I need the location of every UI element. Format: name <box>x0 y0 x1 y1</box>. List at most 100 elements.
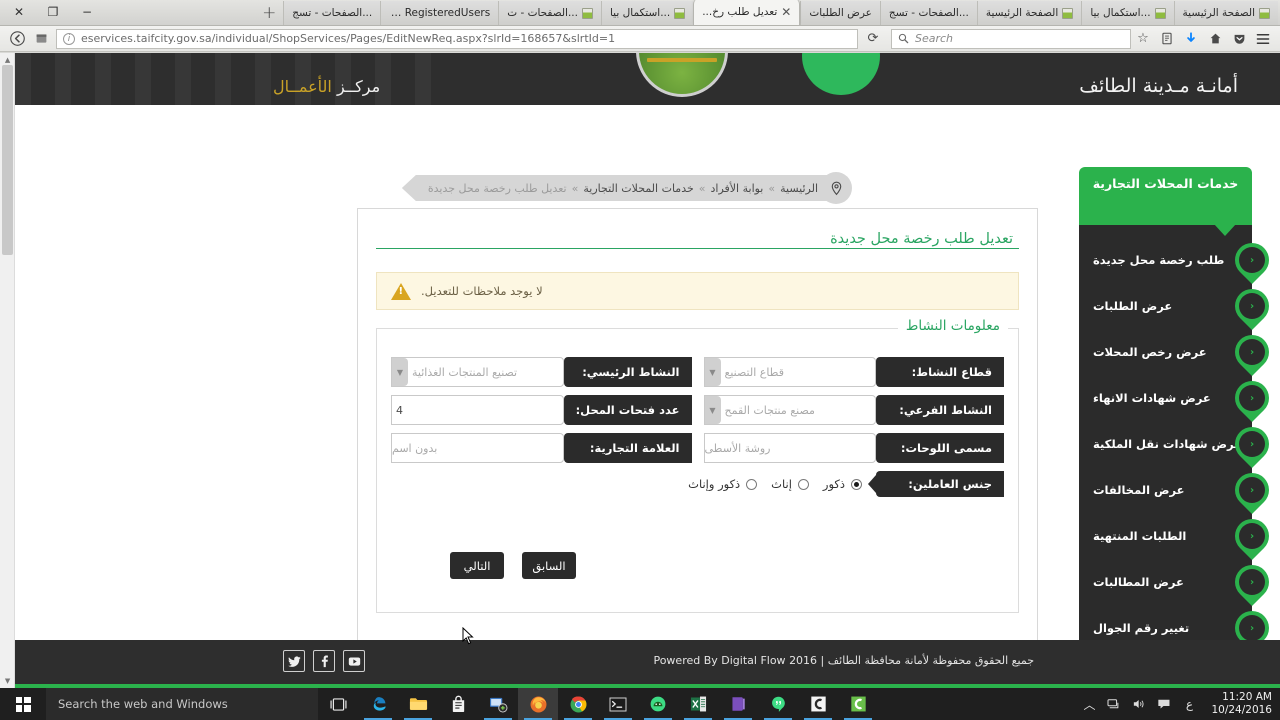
system-tray: ︿ ع 11:20 AM 10/24/2016 <box>1078 688 1280 720</box>
radio-icon[interactable] <box>746 478 758 490</box>
show-hidden-icons-icon[interactable]: ︿ <box>1078 696 1100 713</box>
breadcrumb-item-home[interactable]: الرئيسية <box>780 182 818 195</box>
remote-desktop-icon[interactable] <box>478 688 518 720</box>
chrome-icon[interactable] <box>558 688 598 720</box>
radio-icon[interactable] <box>797 478 809 490</box>
sign-name-input[interactable]: روشة الأسطى <box>703 433 876 463</box>
sidebar-heading: خدمات المحلات التجارية <box>1079 167 1252 236</box>
field-sign-name[interactable]: مسمى اللوحات: روشة الأسطى <box>703 433 1004 463</box>
radio-option-females[interactable]: إناث <box>771 477 809 491</box>
chevron-down-icon: ▼ <box>704 396 721 424</box>
field-sub-activity[interactable]: النشاط الفرعي: ▼ مصنع منتجات القمح <box>703 395 1004 425</box>
page-scrollbar[interactable]: ▲ ▼ <box>0 53 15 688</box>
field-shop-openings[interactable]: عدد فتحات المحل: 4 <box>391 395 692 425</box>
bookmark-star-icon[interactable]: ☆ <box>1131 28 1155 50</box>
address-bar[interactable]: i eservices.taifcity.gov.sa/individual/S… <box>56 28 858 49</box>
browser-tab[interactable]: RegisteredUsers - كا... <box>380 1 499 25</box>
chevron-down-icon: ▼ <box>392 358 408 386</box>
browser-tab[interactable]: ...الصفحات - ت <box>498 1 601 25</box>
trade-mark-input[interactable]: بدون اسم <box>391 433 564 463</box>
breadcrumb-separator: » <box>571 181 579 195</box>
browser-tab[interactable]: ...استكمال بيا <box>1081 1 1174 25</box>
new-tab-button[interactable]: + <box>255 1 283 25</box>
edge-icon[interactable] <box>358 688 398 720</box>
field-trade-mark[interactable]: العلامة التجارية: بدون اسم <box>391 433 692 463</box>
scrollbar-thumb[interactable] <box>2 65 13 255</box>
site-info-icon[interactable]: i <box>63 32 75 45</box>
tab-close-icon[interactable]: ✕ <box>781 6 791 18</box>
firefox-icon[interactable] <box>518 688 558 720</box>
sidebar-item-claims[interactable]: ‹ عرض المطالبات <box>1079 557 1277 607</box>
browser-tab[interactable]: ...الصفحات - تسج <box>879 1 977 25</box>
browser-tab[interactable]: الصفحة الرئيسية <box>976 1 1082 25</box>
chevron-pin-icon: ‹ <box>1227 511 1277 561</box>
network-icon[interactable] <box>1103 698 1125 710</box>
taskbar-clock[interactable]: 11:20 AM 10/24/2016 <box>1203 691 1272 717</box>
hangouts-icon[interactable] <box>758 688 798 720</box>
android-studio-icon[interactable] <box>638 688 678 720</box>
menu-icon[interactable] <box>1251 28 1275 50</box>
c-app-icon-2[interactable] <box>838 688 878 720</box>
c-app-icon-1[interactable] <box>798 688 838 720</box>
field-main-activity[interactable]: النشاط الرئيسي: ▼ تصنيع المنتجات الغذائي… <box>391 357 692 387</box>
sidebar-item-label: عرض المطالبات <box>1093 575 1184 589</box>
main-activity-select[interactable]: ▼ تصنيع المنتجات الغذائية <box>391 357 564 387</box>
activity-info-fieldset: معلومات النشاط قطاع النشاط: ▼ قطاع التصن… <box>376 318 1019 613</box>
excel-icon[interactable] <box>678 688 718 720</box>
cmd-icon[interactable] <box>598 688 638 720</box>
onenote-icon[interactable] <box>718 688 758 720</box>
radio-option-males[interactable]: ذكور <box>823 477 862 491</box>
start-button[interactable] <box>0 688 46 720</box>
downloads-icon[interactable] <box>1179 28 1203 50</box>
radio-option-both[interactable]: ذكور وإناث <box>688 477 758 491</box>
sidebar-item-view-requests[interactable]: ‹ عرض الطلبات <box>1079 281 1277 331</box>
sidebar-item-violations[interactable]: ‹ عرض المخالفات <box>1079 465 1277 515</box>
sub-activity-select[interactable]: ▼ مصنع منتجات القمح <box>703 395 876 425</box>
close-window-button[interactable]: ✕ <box>2 0 36 25</box>
scroll-down-icon[interactable]: ▼ <box>0 674 15 688</box>
taskbar-search-input[interactable]: Search the web and Windows <box>46 688 318 720</box>
sidebar-item-new-license[interactable]: ‹ طلب رخصة محل جديدة <box>1079 235 1277 285</box>
activity-sector-select[interactable]: ▼ قطاع التصنيع <box>703 357 876 387</box>
sidebar-item-view-licenses[interactable]: ‹ عرض رخص المحلات <box>1079 327 1277 377</box>
field-activity-sector[interactable]: قطاع النشاط: ▼ قطاع التصنيع <box>703 357 1004 387</box>
site-title: أمانـة مـدينة الطائف <box>1079 75 1238 97</box>
browser-search-input[interactable]: Search <box>891 28 1131 49</box>
shop-openings-input[interactable]: 4 <box>391 395 564 425</box>
browser-tab[interactable]: ...استكمال بيا <box>600 1 694 25</box>
pocket-icon[interactable] <box>1227 28 1251 50</box>
maximize-button[interactable]: ❐ <box>36 0 70 25</box>
back-icon[interactable] <box>5 28 29 50</box>
chevron-pin-icon: ‹ <box>1227 235 1277 285</box>
twitter-icon[interactable] <box>283 650 305 672</box>
previous-button[interactable]: السابق <box>522 552 576 579</box>
chevron-left-icon: ‹ <box>1239 523 1265 549</box>
task-view-icon[interactable] <box>318 688 358 720</box>
youtube-icon[interactable] <box>343 650 365 672</box>
breadcrumb-item-individuals[interactable]: بوابة الأفراد <box>711 182 764 195</box>
file-explorer-icon[interactable] <box>398 688 438 720</box>
breadcrumb-item-shop-services[interactable]: خدمات المحلات التجارية <box>583 182 693 195</box>
next-button[interactable]: التالي <box>450 552 504 579</box>
radio-icon-selected[interactable] <box>851 478 862 490</box>
mouse-cursor <box>462 627 474 645</box>
facebook-icon[interactable] <box>313 650 335 672</box>
clock-date: 10/24/2016 <box>1211 704 1272 716</box>
browser-tab[interactable]: ...الصفحات - تسج <box>283 1 381 25</box>
store-icon[interactable] <box>438 688 478 720</box>
minimize-button[interactable]: − <box>70 0 104 25</box>
breadcrumb-item-current: تعديل طلب رخصة محل جديدة <box>427 181 567 195</box>
arabic-input-icon[interactable]: ع <box>1178 697 1200 711</box>
sidebar: خدمات المحلات التجارية ‹ طلب رخصة محل جد… <box>1079 167 1277 665</box>
library-icon[interactable] <box>1155 28 1179 50</box>
sidebar-item-completion-certs[interactable]: ‹ عرض شهادات الانهاء <box>1079 373 1277 423</box>
volume-icon[interactable] <box>1128 698 1150 710</box>
home-icon[interactable] <box>1203 28 1227 50</box>
reload-icon[interactable]: ⟳ <box>861 28 885 50</box>
action-center-icon[interactable] <box>1153 698 1175 710</box>
browser-tab-active[interactable]: ✕ تعديل طلب رخ... <box>693 0 801 25</box>
sidebar-item-finished-requests[interactable]: ‹ الطلبات المنتهية <box>1079 511 1277 561</box>
sidebar-item-ownership-transfer-certs[interactable]: ‹ عرض شهادات نقل الملكية <box>1079 419 1277 469</box>
browser-tab[interactable]: عرض الطلبات <box>800 1 880 25</box>
browser-tab[interactable]: الصفحة الرئيسية <box>1173 1 1278 25</box>
